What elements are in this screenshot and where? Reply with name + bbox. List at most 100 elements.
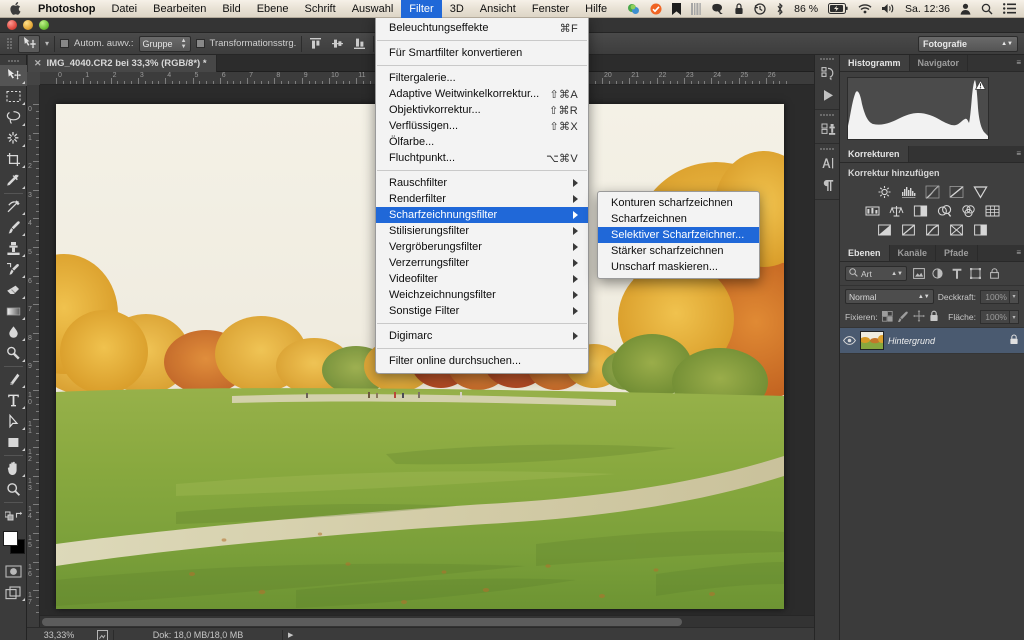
layer-item-hintergrund[interactable]: Hintergrund [840,327,1024,354]
menu-item-ölfarbe[interactable]: Ölfarbe... [376,134,588,150]
menu-item-digimarc[interactable]: Digimarc [376,328,588,344]
menu-item-für-smartfilter-konvertieren[interactable]: Für Smartfilter konvertieren [376,45,588,61]
tool-flyout-triangle[interactable] [22,427,25,430]
tool-flyout-triangle[interactable] [22,275,25,278]
align-bottom-edges-icon[interactable] [351,35,368,52]
menu-item-filter-online-durchsuchen[interactable]: Filter online durchsuchen... [376,353,588,369]
zoom-tool[interactable] [0,479,27,500]
menu-item-rauschfilter[interactable]: Rauschfilter [376,175,588,191]
opacity-control[interactable]: 100% ▾ [980,289,1019,304]
curves-icon[interactable] [923,184,942,199]
brush-tool[interactable] [0,217,27,238]
bookmark-icon[interactable] [667,0,686,18]
clone-source-panel-icon[interactable] [815,118,841,140]
dropbox-sync-icon[interactable] [622,0,645,18]
path-selection-tool[interactable] [0,411,27,432]
pen-tool[interactable] [0,369,27,390]
layer-filter-type-dropdown[interactable]: Art ▲▼ [845,266,907,281]
wifi-icon[interactable] [853,0,877,18]
spot-healing-brush-tool[interactable] [0,196,27,217]
clone-stamp-tool[interactable] [0,238,27,259]
vertical-ruler[interactable]: 0 1 2 3 4 5 6 7 8 9 10 11 12 13 14 15 16 17 [27,85,40,627]
menu-item-adaptive-weitwinkelkorrektur[interactable]: Adaptive Weitwinkelkorrektur... ⇧⌘A [376,86,588,102]
tool-flyout-triangle[interactable] [22,296,25,299]
photo-filter-icon[interactable] [935,203,954,218]
tab-korrekturen[interactable]: Korrekturen [840,146,909,162]
tab-navigator[interactable]: Navigator [910,55,969,71]
history-brush-tool[interactable] [0,259,27,280]
tool-flyout-triangle[interactable] [22,144,25,147]
magic-wand-tool[interactable] [0,128,27,149]
chevron-down-icon[interactable]: ▾ [1010,310,1019,324]
invert-icon[interactable] [875,222,894,237]
menu-bild[interactable]: Bild [214,0,248,18]
crop-tool[interactable] [0,149,27,170]
blend-mode-dropdown[interactable]: Normal ▲▼ [845,289,934,304]
menu-3d[interactable]: 3D [442,0,472,18]
color-lookup-icon[interactable] [983,203,1002,218]
window-close-button[interactable] [7,20,17,30]
tool-flyout-triangle[interactable] [22,448,25,451]
posterize-icon[interactable] [899,222,918,237]
gradient-map-icon[interactable] [947,222,966,237]
cached-data-warning-icon[interactable] [975,80,986,90]
evernote-icon[interactable] [686,0,706,18]
tab-ebenen[interactable]: Ebenen [840,245,890,261]
dock-grip[interactable] [815,55,839,62]
selective-color-icon[interactable] [971,222,990,237]
transform-controls-checkbox[interactable] [195,39,205,48]
document-tab[interactable]: ✕ IMG_4040.CR2 bei 33,3% (RGB/8*) * [28,55,217,72]
menu-item-verzerrungsfilter[interactable]: Verzerrungsfilter [376,255,588,271]
options-bar-grip[interactable] [6,36,13,52]
window-zoom-button[interactable] [39,20,49,30]
move-tool[interactable] [0,65,27,86]
color-swatches[interactable] [0,529,27,559]
fill-control[interactable]: 100% ▾ [980,310,1019,324]
menu-ebene[interactable]: Ebene [249,0,297,18]
hand-tool[interactable] [0,458,27,479]
elephant-icon[interactable] [706,0,729,18]
menu-item-renderfilter[interactable]: Renderfilter [376,191,588,207]
tools-panel-grip[interactable] [0,57,26,65]
pixel-layers-filter-icon[interactable] [911,267,926,281]
tab-kanaele[interactable]: Kanäle [890,245,937,261]
blur-tool[interactable] [0,322,27,343]
threshold-icon[interactable] [923,222,942,237]
rectangular-marquee-tool[interactable] [0,86,27,107]
menu-fenster[interactable]: Fenster [524,0,577,18]
canvas-horizontal-scrollbar[interactable] [40,615,814,627]
document-thumbnail-icon[interactable] [91,629,113,640]
actions-panel-icon[interactable] [815,84,841,106]
eye-icon[interactable] [843,336,856,345]
close-icon[interactable]: ✕ [34,58,42,69]
panel-menu-icon[interactable]: ≡ [1016,58,1021,67]
lock-position-icon[interactable] [912,310,925,324]
user-icon[interactable] [955,0,976,18]
menu-item-videofilter[interactable]: Videofilter [376,271,588,287]
tool-flyout-triangle[interactable] [22,123,25,126]
volume-icon[interactable] [877,0,900,18]
submenu-item-konturen-scharfzeichnen[interactable]: Konturen scharfzeichnen [598,195,759,211]
menu-auswahl[interactable]: Auswahl [344,0,402,18]
foreground-color-swatch[interactable] [3,531,18,546]
paragraph-panel-icon[interactable] [815,174,841,196]
gradient-tool[interactable] [0,301,27,322]
tool-flyout-triangle[interactable] [22,474,25,477]
history-panel-icon[interactable] [815,62,841,84]
list-icon[interactable] [998,0,1024,18]
menu-item-objektivkorrektur[interactable]: Objektivkorrektur... ⇧⌘R [376,102,588,118]
window-minimize-button[interactable] [23,20,33,30]
auto-select-checkbox[interactable] [60,39,70,48]
menu-schrift[interactable]: Schrift [297,0,344,18]
filter-menu-popup[interactable]: Beleuchtungseffekte ⌘F Für Smartfilter kon… [375,16,589,374]
levels-icon[interactable] [899,184,918,199]
ruler-corner[interactable] [27,72,40,85]
vibrance-icon[interactable] [971,184,990,199]
lock-all-icon[interactable] [929,310,939,324]
menu-item-verflüssigen[interactable]: Verflüssigen... ⇧⌘X [376,118,588,134]
menu-item-stilisierungsfilter[interactable]: Stilisierungsfilter [376,223,588,239]
scrollbar-thumb[interactable] [42,618,682,626]
tool-flyout-triangle[interactable] [22,81,25,84]
search-icon[interactable] [976,0,998,18]
tool-flyout-triangle[interactable] [22,233,25,236]
